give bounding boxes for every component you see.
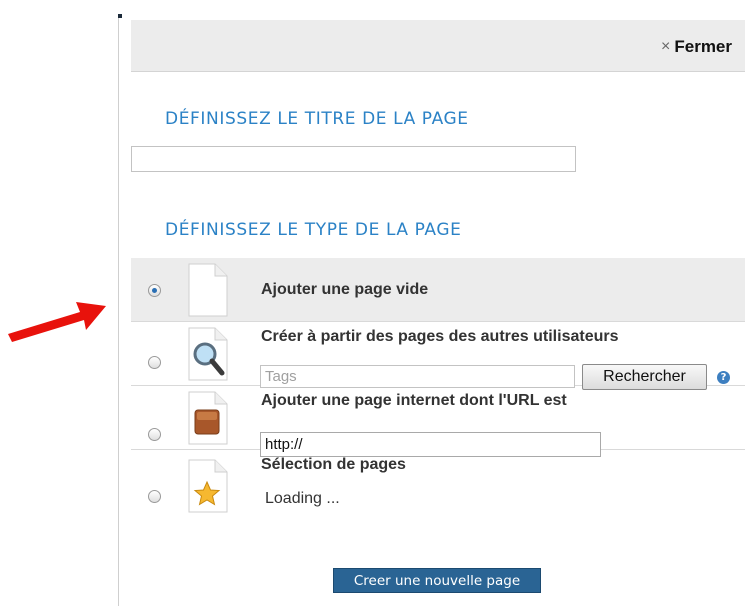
star-page-icon [188,459,228,513]
option-blank-page[interactable]: Ajouter une page vide [131,258,745,322]
dialog-header: × Fermer [131,20,745,72]
page-type-heading: DÉFINISSEZ LE TYPE DE LA PAGE [165,220,462,240]
option-label: Ajouter une page internet dont l'URL est [261,392,567,409]
page-title-input[interactable] [131,146,576,172]
close-button[interactable]: × Fermer [661,37,732,57]
option-web-page-url[interactable]: Ajouter une page internet dont l'URL est [131,386,745,457]
new-page-dialog: × Fermer DÉFINISSEZ LE TITRE DE LA PAGE … [118,14,745,606]
magnifier-page-icon [188,327,228,381]
help-icon[interactable]: ? [717,371,730,384]
option-label: Sélection de pages [261,456,406,473]
page-title-heading: DÉFINISSEZ LE TITRE DE LA PAGE [165,109,469,129]
close-icon: × [661,38,671,55]
radio-page-selection[interactable] [148,490,161,503]
www-page-icon [188,391,228,445]
close-label: Fermer [674,37,732,56]
create-new-page-button[interactable]: Creer une nouvelle page [333,568,541,593]
option-from-other-users[interactable]: Créer à partir des pages des autres util… [131,322,745,390]
blank-page-icon [188,263,228,317]
red-arrow-annotation-icon [8,302,106,342]
radio-web-page-url[interactable] [148,428,161,441]
option-page-selection[interactable]: Sélection de pages Loading ... [131,450,745,530]
option-label: Créer à partir des pages des autres util… [261,328,619,345]
radio-blank-page[interactable] [148,284,161,297]
radio-from-other-users[interactable] [148,356,161,369]
tags-input[interactable] [260,365,575,388]
loading-status: Loading ... [265,490,340,507]
option-label: Ajouter une page vide [261,281,429,298]
